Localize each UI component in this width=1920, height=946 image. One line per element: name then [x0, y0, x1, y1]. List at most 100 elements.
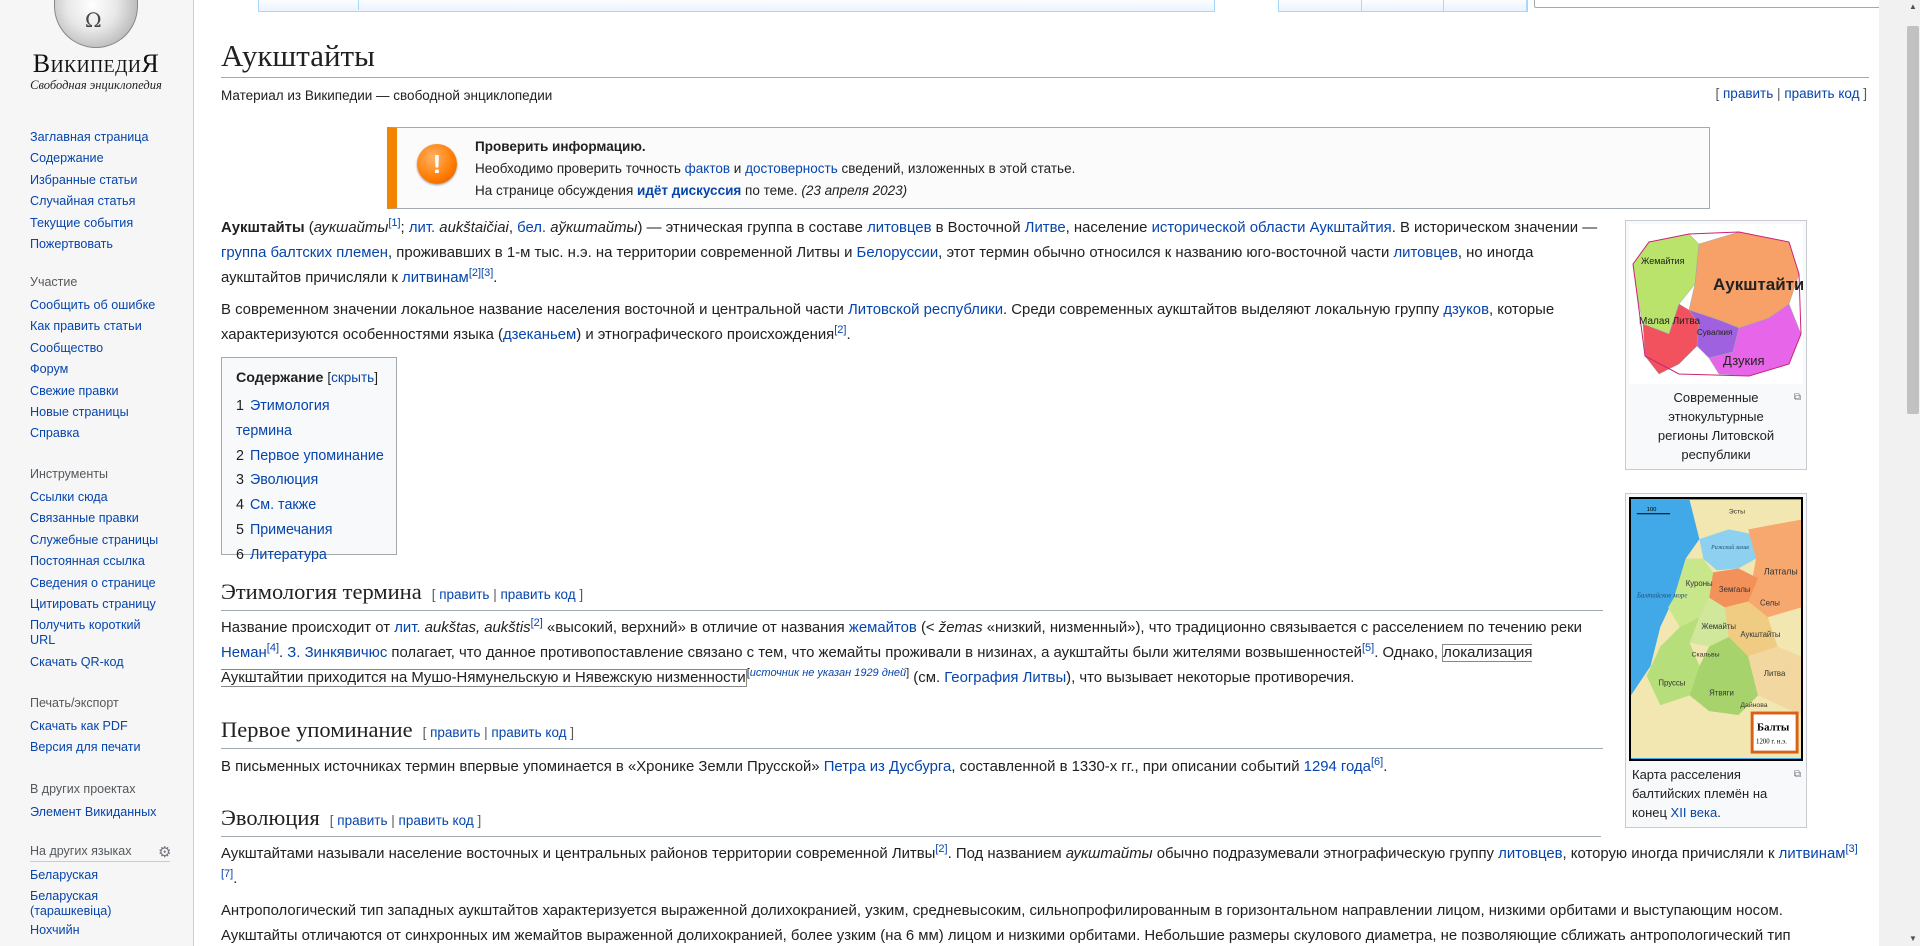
ref-link[interactable]: [7] — [221, 868, 233, 880]
nav-what-links-here[interactable]: Ссылки сюда — [30, 490, 108, 504]
nav-how-to-edit[interactable]: Как править статьи — [30, 319, 142, 333]
geography-lithuania-link[interactable]: География Литвы — [944, 670, 1066, 686]
scroll-up-arrow-icon[interactable]: ▲ — [1907, 0, 1919, 14]
nav-wikidata-item[interactable]: Элемент Викиданных — [30, 805, 156, 819]
nav-featured[interactable]: Избранные статьи — [30, 173, 137, 187]
nav-main-page[interactable]: Заглавная страница — [30, 130, 149, 144]
nav-special-pages[interactable]: Служебные страницы — [30, 533, 158, 547]
ref-link[interactable]: [2] — [935, 843, 947, 855]
nav-contents[interactable]: Содержание — [30, 151, 104, 165]
dzukai-link[interactable]: дзуков — [1443, 302, 1489, 318]
nav-permalink[interactable]: Постоянная ссылка — [30, 554, 145, 568]
tab-history[interactable] — [1444, 0, 1528, 11]
ref-link[interactable]: [3] — [481, 267, 493, 279]
tab-edit[interactable] — [1361, 0, 1445, 11]
baltic-tribes-map-image[interactable]: Эсты Латгалы Земгалы Селы Куроны Жемайты… — [1629, 497, 1803, 761]
ref-link[interactable]: [2] — [531, 617, 543, 629]
nav-lang-be[interactable]: Беларуская — [30, 868, 98, 882]
magnify-icon[interactable]: ⧉ — [1794, 765, 1801, 784]
nav-lang-be-tarask[interactable]: Беларуская (тарашкевіца) — [30, 889, 112, 918]
litvins-link-2[interactable]: литвинам — [1779, 846, 1846, 862]
map-label-ests: Эсты — [1729, 509, 1745, 516]
map-label-zhemaity: Жемайты — [1701, 622, 1736, 631]
nav-community[interactable]: Сообщество — [30, 341, 103, 355]
reliability-link[interactable]: достоверность — [745, 161, 838, 176]
ref-link[interactable]: [2] — [834, 324, 846, 336]
12th-century-link[interactable]: XII века — [1671, 805, 1718, 820]
ref-link[interactable]: [4] — [267, 642, 279, 654]
nav-print: Печать/экспорт Скачать как PDF Версия дл… — [30, 695, 190, 762]
ref-link[interactable]: [5] — [1362, 642, 1374, 654]
year-1294-link[interactable]: 1294 года — [1304, 759, 1371, 775]
scrollbar[interactable]: ▲ ▼ — [1879, 0, 1920, 946]
lit-lang-link[interactable]: лит. — [394, 620, 420, 636]
magnify-icon[interactable]: ⧉ — [1794, 388, 1801, 407]
ref-link[interactable]: [6] — [1371, 756, 1383, 768]
nav-help[interactable]: Справка — [30, 426, 79, 440]
ref-link[interactable]: [1] — [388, 217, 400, 229]
bel-lang-link[interactable]: бел. — [517, 220, 546, 236]
nav-donate[interactable]: Пожертвовать — [30, 237, 113, 251]
evolution-paragraph-2: Антропологический тип западных аукштайто… — [221, 903, 1791, 944]
nav-cite[interactable]: Цитировать страницу — [30, 597, 156, 611]
nav-qr-code[interactable]: Скачать QR-код — [30, 655, 124, 669]
zinkevicius-link[interactable]: З. Зинкявичюс — [287, 645, 387, 661]
citation-needed-link[interactable]: источник не указан 1929 дней — [750, 667, 906, 679]
nav-current-events[interactable]: Текущие события — [30, 216, 133, 230]
belarus-link[interactable]: Белоруссии — [857, 245, 939, 261]
samogitians-link[interactable]: жемайтов — [849, 620, 917, 636]
lithuanians-link-3[interactable]: литовцев — [1498, 846, 1562, 862]
edit-link[interactable]: править — [337, 813, 387, 828]
facts-link[interactable]: фактов — [685, 161, 730, 176]
toc-item[interactable]: 1 Этимология термина — [236, 394, 388, 444]
lithuanians-link-2[interactable]: литовцев — [1393, 245, 1457, 261]
nav-forum[interactable]: Форум — [30, 362, 68, 376]
ref-link[interactable]: [2] — [469, 267, 481, 279]
wikipedia-logo[interactable]: Ω ВикипедиЯ Свободная энциклопедия — [26, 0, 166, 95]
lit-lang-link[interactable]: лит. — [409, 220, 435, 236]
toc-item[interactable]: 4 См. также — [236, 493, 388, 518]
nav-printable[interactable]: Версия для печати — [30, 740, 141, 754]
nav-recent-changes[interactable]: Свежие правки — [30, 384, 119, 398]
search-input[interactable] — [1534, 0, 1880, 8]
gear-icon[interactable]: ⚙ — [158, 845, 174, 861]
edit-source-link[interactable]: править код — [491, 725, 566, 740]
baltic-tribes-link[interactable]: группа балтских племен — [221, 245, 388, 261]
peter-dusburg-link[interactable]: Петра из Дусбурга — [824, 759, 952, 775]
edit-link[interactable]: править — [430, 725, 480, 740]
nav-lang-ce[interactable]: Нохчийн — [30, 923, 80, 937]
edit-link[interactable]: править — [1723, 86, 1773, 101]
lithuanians-link[interactable]: литовцев — [867, 220, 931, 236]
edit-source-link[interactable]: править код — [1784, 86, 1859, 101]
toc-hide-button[interactable]: скрыть — [331, 370, 374, 385]
namespace-tabs[interactable] — [258, 0, 1215, 12]
lithuanian-republic-link[interactable]: Литовской республики — [848, 302, 1003, 318]
nav-random[interactable]: Случайная статья — [30, 194, 135, 208]
nav-new-pages[interactable]: Новые страницы — [30, 405, 129, 419]
nav-page-info[interactable]: Сведения о странице — [30, 576, 156, 590]
edit-source-link[interactable]: править код — [500, 587, 575, 602]
tab-article[interactable] — [259, 0, 359, 10]
aukstaitija-link[interactable]: исторической области Аукштайтия — [1152, 220, 1392, 236]
nav-report-error[interactable]: Сообщить об ошибке — [30, 298, 155, 312]
regions-map-image[interactable]: Жемайтия Аукштайтия Малая Литва Сувалкия… — [1629, 224, 1803, 384]
edit-link[interactable]: править — [439, 587, 489, 602]
lithuania-link[interactable]: Литве — [1025, 220, 1066, 236]
toc-item[interactable]: 5 Примечания — [236, 518, 388, 543]
scrollbar-thumb[interactable] — [1907, 26, 1919, 414]
litvins-link[interactable]: литвинам — [402, 270, 469, 286]
nav-short-url[interactable]: Получить короткий URL — [30, 618, 141, 647]
nav-related-changes[interactable]: Связанные правки — [30, 511, 139, 525]
ref-link[interactable]: [3] — [1845, 843, 1857, 855]
discussion-link[interactable]: идёт дискуссия — [637, 183, 741, 198]
toc-item[interactable]: 6 Литература — [236, 543, 388, 568]
tab-read[interactable] — [1279, 0, 1362, 11]
neman-link[interactable]: Неман — [221, 645, 267, 661]
scroll-down-arrow-icon[interactable]: ▼ — [1907, 932, 1919, 946]
view-tabs[interactable] — [1278, 0, 1528, 12]
toc-item[interactable]: 3 Эволюция — [236, 468, 388, 493]
dzekanye-link[interactable]: дзеканьем — [503, 327, 576, 343]
toc-item[interactable]: 2 Первое упоминание — [236, 444, 388, 469]
edit-source-link[interactable]: править код — [399, 813, 474, 828]
nav-download-pdf[interactable]: Скачать как PDF — [30, 719, 128, 733]
